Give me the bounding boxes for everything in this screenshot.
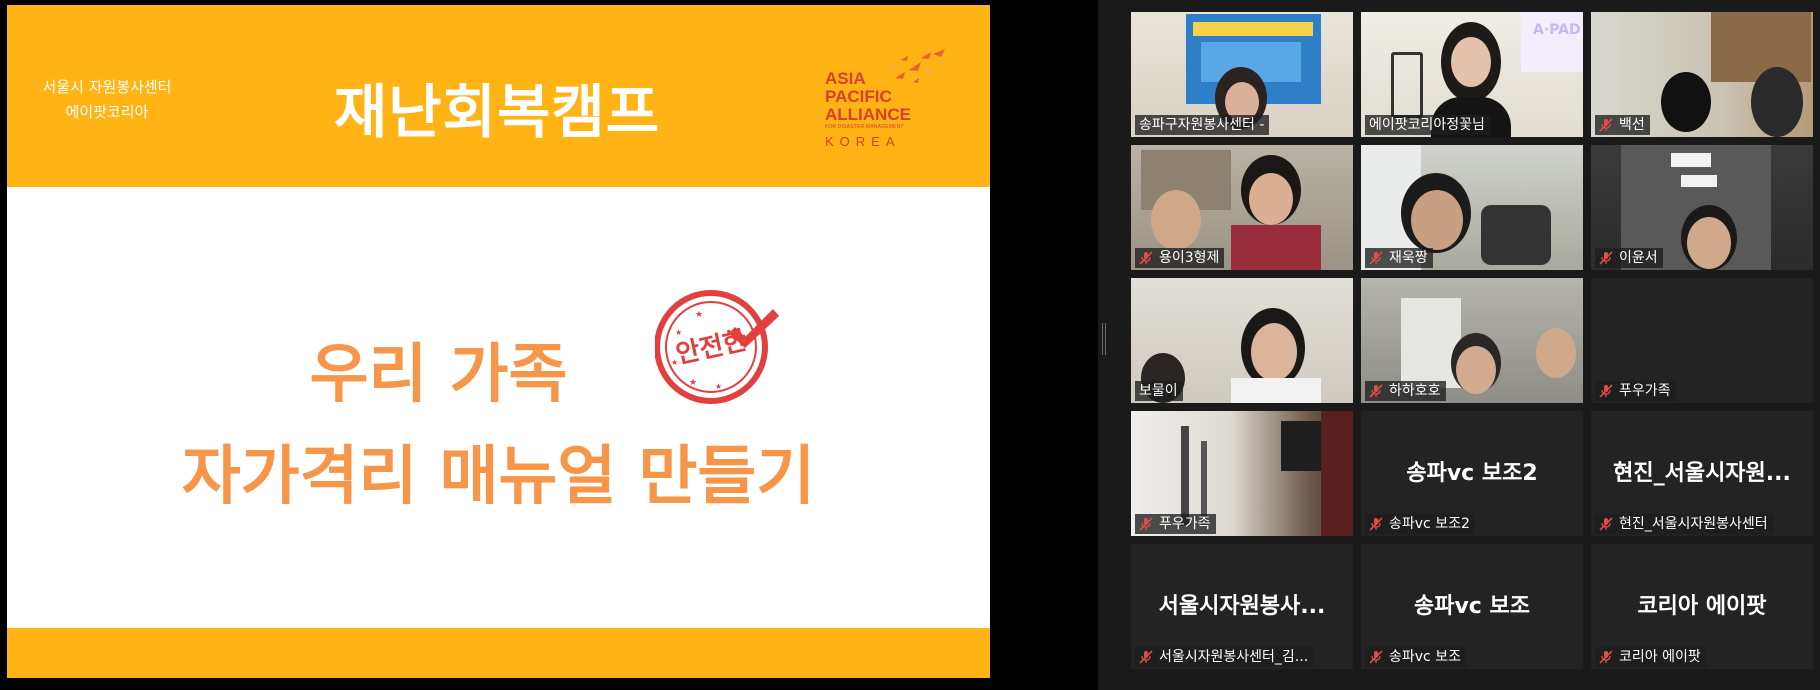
participant-name: 송파vc 보조 (1389, 649, 1461, 665)
participant-tile[interactable]: 이윤서 (1591, 145, 1813, 270)
participant-tile-no-video[interactable]: 송파vc 보조 송파vc 보조 (1361, 544, 1583, 669)
participant-name: 에이팟코리아정꽃님 (1369, 117, 1485, 133)
participant-name: 푸우가족 (1159, 516, 1211, 532)
svg-text:★: ★ (689, 378, 697, 388)
split-divider-handle[interactable] (1102, 323, 1106, 355)
shared-screen: 서울시 자원봉사센터 에이팟코리아 재난회복캠프 ASIA PACIFIC AL… (0, 0, 1098, 690)
mic-off-icon (1599, 251, 1613, 265)
participant-display-name: 송파vc 보조 (1413, 594, 1530, 619)
participant-tile[interactable]: 백선 (1591, 12, 1813, 137)
logo-country: KOREA (825, 134, 901, 149)
participant-name: 보물이 (1139, 383, 1178, 399)
apa-logo-text: ASIA PACIFIC ALLIANCE FOR DISASTER MANAG… (825, 70, 911, 151)
svg-text:★: ★ (715, 382, 722, 391)
svg-text:★: ★ (695, 310, 703, 320)
participant-name-tag: 보물이 (1135, 381, 1183, 401)
logo-line-3: ALLIANCE (825, 105, 911, 124)
participant-name-tag: 송파구자원봉사센터 - (1135, 115, 1270, 135)
participant-name: 송파구자원봉사센터 - (1139, 117, 1265, 133)
mic-off-icon (1139, 251, 1153, 265)
participant-name-tag: 재욱짱 (1365, 248, 1433, 268)
participant-name-tag: 에이팟코리아정꽃님 (1365, 115, 1490, 135)
participant-name-tag: 코리아 에이팟 (1595, 647, 1706, 667)
mic-off-icon (1369, 650, 1383, 664)
participant-name-tag: 이윤서 (1595, 248, 1663, 268)
participant-display-name: 코리아 에이팟 (1637, 594, 1767, 619)
slide-header-band: 서울시 자원봉사센터 에이팟코리아 재난회복캠프 ASIA PACIFIC AL… (7, 5, 990, 187)
apa-korea-logo: ASIA PACIFIC ALLIANCE FOR DISASTER MANAG… (825, 49, 955, 151)
mic-off-icon (1369, 251, 1383, 265)
mic-off-icon (1599, 118, 1613, 132)
participant-tile[interactable]: 용이3형제 (1131, 145, 1353, 270)
participant-tile-no-video[interactable]: 송파vc 보조2 송파vc 보조2 (1361, 411, 1583, 536)
mic-off-icon (1599, 384, 1613, 398)
logo-line-2: PACIFIC (825, 87, 892, 106)
logo-subtitle: FOR DISASTER MANAGEMENT (825, 124, 904, 130)
participant-name-tag: 송파vc 보조 (1365, 647, 1466, 667)
logo-line-1: ASIA (825, 69, 866, 88)
safe-stamp: ★ ★ ★ ★ ★ 안전한 (654, 287, 785, 407)
participant-tile[interactable]: 재욱짱 (1361, 145, 1583, 270)
participant-name: 송파vc 보조2 (1389, 516, 1470, 532)
headline-line-1: 우리 가족 (7, 323, 990, 415)
participant-tile-no-video[interactable]: 현진_서울시자원... 현진_서울시자원봉사센터 (1591, 411, 1813, 536)
participant-name: 서울시자원봉사센터_김... (1159, 649, 1309, 665)
participant-name-tag: 서울시자원봉사센터_김... (1135, 647, 1314, 667)
participant-display-name: 현진_서울시자원... (1613, 461, 1791, 486)
mic-off-icon (1139, 517, 1153, 531)
participant-name: 재욱짱 (1389, 250, 1428, 266)
participant-name: 현진_서울시자원봉사센터 (1619, 516, 1768, 532)
participant-name: 푸우가족 (1619, 383, 1671, 399)
participant-name-tag: 푸우가족 (1595, 381, 1676, 401)
participant-name-tag: 현진_서울시자원봉사센터 (1595, 514, 1773, 534)
participant-display-name: 송파vc 보조2 (1406, 461, 1538, 486)
participant-tile-no-video[interactable]: 푸우가족 (1591, 278, 1813, 403)
participant-name: 하하호호 (1389, 383, 1441, 399)
participant-tile[interactable]: 송파구자원봉사센터 - (1131, 12, 1353, 137)
mic-off-icon (1369, 517, 1383, 531)
participant-name: 백선 (1619, 117, 1645, 133)
headline-line-2: 자가격리 매뉴얼 만들기 (181, 440, 816, 514)
participant-tile-active-speaker[interactable]: A·PAD 에이팟코리아정꽃님 (1361, 12, 1583, 137)
participant-tile-no-video[interactable]: 서울시자원봉사... 서울시자원봉사센터_김... (1131, 544, 1353, 669)
participant-name: 이윤서 (1619, 250, 1658, 266)
organizer-text: 서울시 자원봉사센터 에이팟코리아 (42, 75, 172, 125)
mic-off-icon (1599, 650, 1613, 664)
participant-name-tag: 하하호호 (1365, 381, 1446, 401)
participant-tile[interactable]: 푸우가족 (1131, 411, 1353, 536)
participant-name-tag: 용이3형제 (1135, 248, 1225, 268)
participant-tile[interactable]: 보물이 (1131, 278, 1353, 403)
participant-name-tag: 송파vc 보조2 (1365, 514, 1475, 534)
participant-name-tag: 푸우가족 (1135, 514, 1216, 534)
participant-name: 용이3형제 (1159, 250, 1220, 266)
participant-tile[interactable]: 하하호호 (1361, 278, 1583, 403)
participant-name: 코리아 에이팟 (1619, 649, 1701, 665)
organizer-line-1: 서울시 자원봉사센터 (42, 78, 172, 96)
mic-off-icon (1369, 384, 1383, 398)
slide-footer-band (7, 628, 990, 678)
organizer-line-2: 에이팟코리아 (65, 103, 149, 121)
participant-tile-no-video[interactable]: 코리아 에이팟 코리아 에이팟 (1591, 544, 1813, 669)
mic-off-icon (1139, 650, 1153, 664)
participant-display-name: 서울시자원봉사... (1158, 594, 1326, 619)
presentation-slide: 서울시 자원봉사센터 에이팟코리아 재난회복캠프 ASIA PACIFIC AL… (7, 5, 990, 678)
headline-text-1: 우리 가족 (309, 338, 568, 412)
participant-name-tag: 백선 (1595, 115, 1650, 135)
camp-title: 재난회복캠프 (333, 78, 661, 146)
mic-off-icon (1599, 517, 1613, 531)
